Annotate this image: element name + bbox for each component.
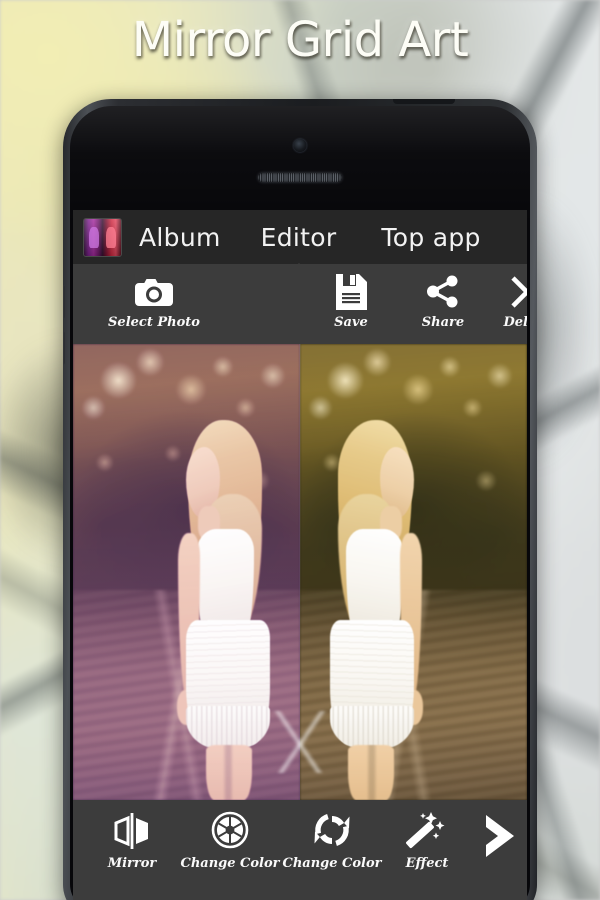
nav-item-editor[interactable]: Editor — [260, 222, 337, 271]
mirror-panel-right[interactable] — [300, 344, 527, 800]
volume-up-button[interactable] — [63, 285, 65, 319]
mirror-button[interactable]: Mirror — [85, 808, 179, 871]
share-button[interactable]: Share — [403, 264, 483, 330]
top-toolbar: Select Photo Save Share Del — [73, 264, 527, 344]
change-color-label-2: Change Color — [282, 856, 382, 871]
chevron-right-icon — [478, 814, 520, 858]
navbar: Album Editor Top app — [73, 210, 527, 271]
magic-wand-icon — [406, 808, 448, 852]
select-photo-button[interactable]: Select Photo — [99, 264, 209, 330]
delete-label: Delete — [503, 315, 527, 330]
save-label: Save — [334, 315, 368, 330]
delete-button[interactable]: Delete — [485, 264, 527, 330]
nav-item-album[interactable]: Album — [139, 223, 221, 252]
photo-subject-right — [312, 408, 428, 800]
next-button[interactable] — [471, 814, 527, 862]
mirror-label: Mirror — [107, 856, 157, 871]
photo-subject-left — [172, 408, 288, 800]
volume-down-button[interactable] — [63, 331, 65, 365]
mirror-flip-icon — [109, 808, 155, 852]
photo-canvas[interactable] — [73, 344, 527, 800]
effect-label: Effect — [405, 856, 449, 871]
aperture-icon — [210, 808, 250, 852]
change-color-refresh-button[interactable]: Change Color — [281, 808, 383, 871]
phone-screen: Album Editor Top app Select Photo Save S… — [73, 210, 527, 900]
page-title: Mirror Grid Art — [131, 12, 469, 68]
close-x-icon — [509, 271, 527, 313]
effect-button[interactable]: Effect — [383, 808, 471, 871]
select-photo-label: Select Photo — [108, 315, 200, 330]
phone-mockup: Album Editor Top app Select Photo Save S… — [63, 99, 537, 900]
mirror-panel-left[interactable] — [73, 344, 300, 800]
nav-item-editor-label: Editor — [260, 222, 337, 252]
refresh-cycle-icon — [311, 808, 353, 852]
save-button[interactable]: Save — [311, 264, 391, 330]
camera-icon — [133, 271, 175, 313]
front-camera-icon — [293, 139, 307, 152]
app-thumbnail-icon[interactable] — [83, 217, 122, 257]
bottom-toolbar: Mirror Change Color Change Color Effect — [73, 800, 527, 900]
share-icon — [425, 271, 461, 313]
phone-top-notch — [393, 99, 455, 104]
app-root: Mirror Grid Art Album Editor Top app Sel… — [0, 0, 600, 900]
floppy-disk-icon — [334, 271, 368, 313]
nav-item-top-app[interactable]: Top app — [381, 223, 480, 252]
earpiece-speaker-icon — [258, 173, 342, 182]
change-color-aperture-button[interactable]: Change Color — [179, 808, 281, 871]
change-color-label-1: Change Color — [180, 856, 280, 871]
share-label: Share — [421, 315, 465, 330]
